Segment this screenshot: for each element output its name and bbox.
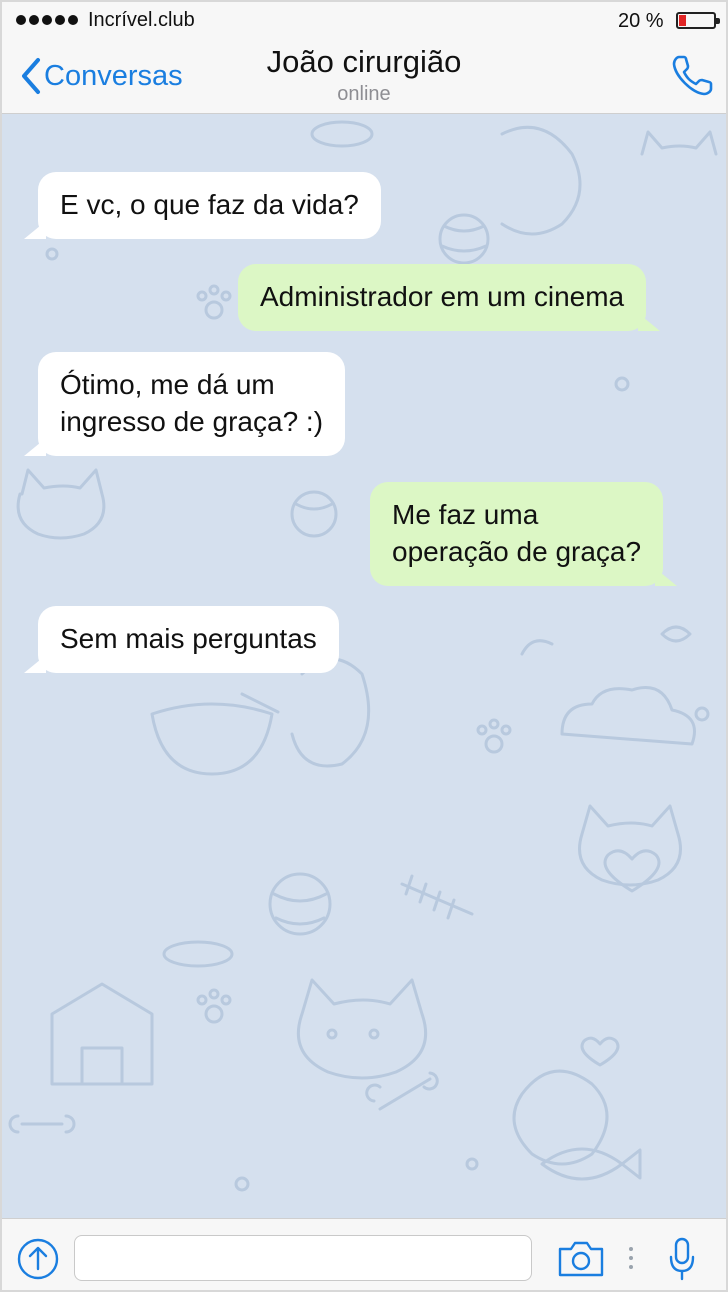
message-input-bar <box>2 1218 726 1290</box>
chat-area[interactable]: E vc, o que faz da vida? Administrador e… <box>2 114 726 1218</box>
camera-icon[interactable] <box>556 1239 606 1279</box>
signal-strength-icon <box>16 15 78 25</box>
status-bar: Incrível.club 20 % <box>2 2 726 38</box>
message-incoming: Sem mais perguntas <box>24 606 339 673</box>
phone-call-icon[interactable] <box>670 52 716 98</box>
carrier-name: Incrível.club <box>88 9 195 31</box>
message-incoming: Ótimo, me dá um ingresso de graça? :) <box>23 352 346 456</box>
contact-status: online <box>337 83 391 105</box>
battery-level-fill <box>679 15 686 26</box>
navigation-bar: Conversas João cirurgião online <box>2 38 726 114</box>
more-dots-icon[interactable] <box>628 1247 634 1271</box>
message-incoming: E vc, o que faz da vida? <box>24 172 381 239</box>
battery-icon <box>676 12 720 29</box>
message-outgoing: Me faz uma operação de graça? <box>370 482 678 586</box>
message-text-field[interactable] <box>74 1235 532 1281</box>
message-outgoing: Administrador em um cinema <box>238 264 661 331</box>
phone-screen: Incrível.club 20 % Conversas João cirurg… <box>0 0 728 1292</box>
upload-arrow-icon[interactable] <box>16 1237 60 1281</box>
battery-percentage: 20 % <box>618 10 664 32</box>
microphone-icon[interactable] <box>666 1235 698 1283</box>
contact-name: João cirurgião <box>266 44 462 79</box>
